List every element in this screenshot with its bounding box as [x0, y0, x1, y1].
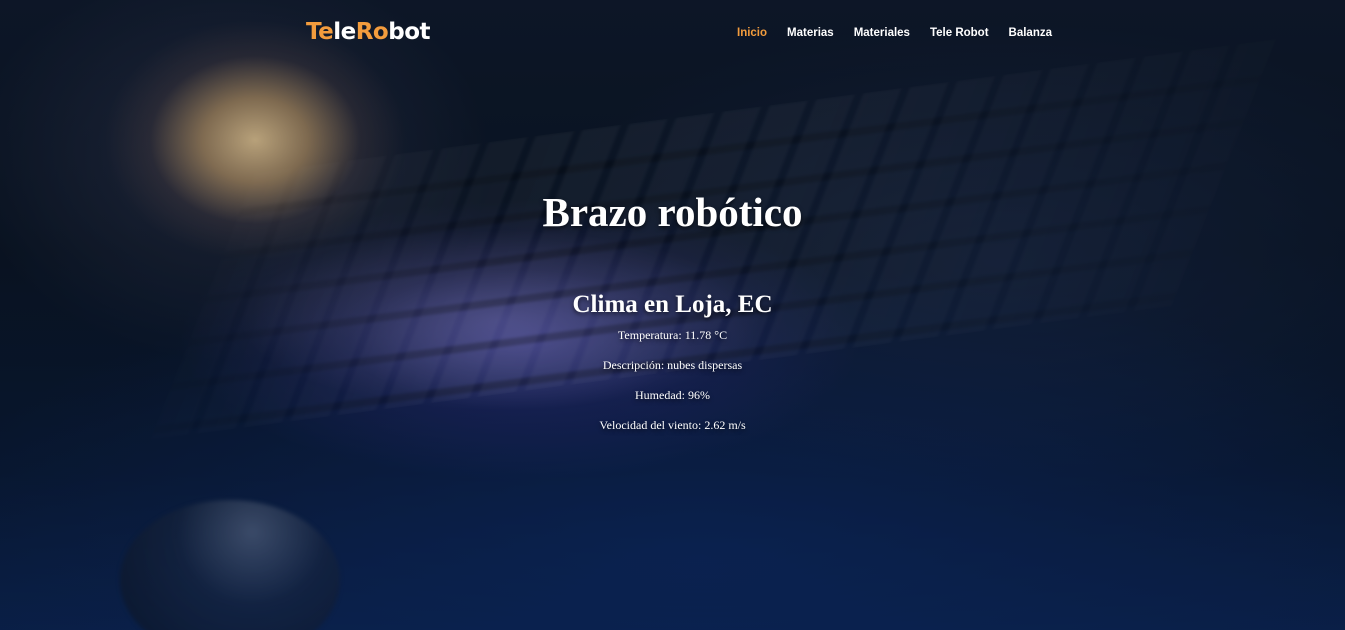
logo-link[interactable]: TeleRobot — [306, 18, 430, 46]
page-title: Brazo robótico — [542, 189, 803, 235]
nav-item-balanza[interactable]: Balanza — [1009, 26, 1052, 40]
nav-item-materiales[interactable]: Materiales — [854, 26, 910, 40]
logo-part-le: le — [333, 19, 356, 45]
nav-item-inicio[interactable]: Inicio — [737, 26, 767, 40]
logo-part-ro: Ro — [355, 19, 389, 45]
site-header: TeleRobot Inicio Materias Materiales Tel… — [0, 0, 1345, 66]
weather-title: Clima en Loja, EC — [572, 291, 773, 318]
weather-humidity: Humedad: 96% — [635, 388, 710, 402]
logo-part-bot: bot — [388, 19, 430, 45]
nav-item-materias[interactable]: Materias — [787, 26, 834, 40]
nav-item-tele-robot[interactable]: Tele Robot — [930, 26, 989, 40]
weather-wind: Velocidad del viento: 2.62 m/s — [599, 418, 746, 432]
logo-part-te: Te — [306, 19, 334, 45]
main-nav: Inicio Materias Materiales Tele Robot Ba… — [737, 26, 1072, 40]
weather-description: Descripción: nubes dispersas — [602, 358, 743, 372]
weather-temperature: Temperatura: 11.78 °C — [617, 328, 728, 342]
